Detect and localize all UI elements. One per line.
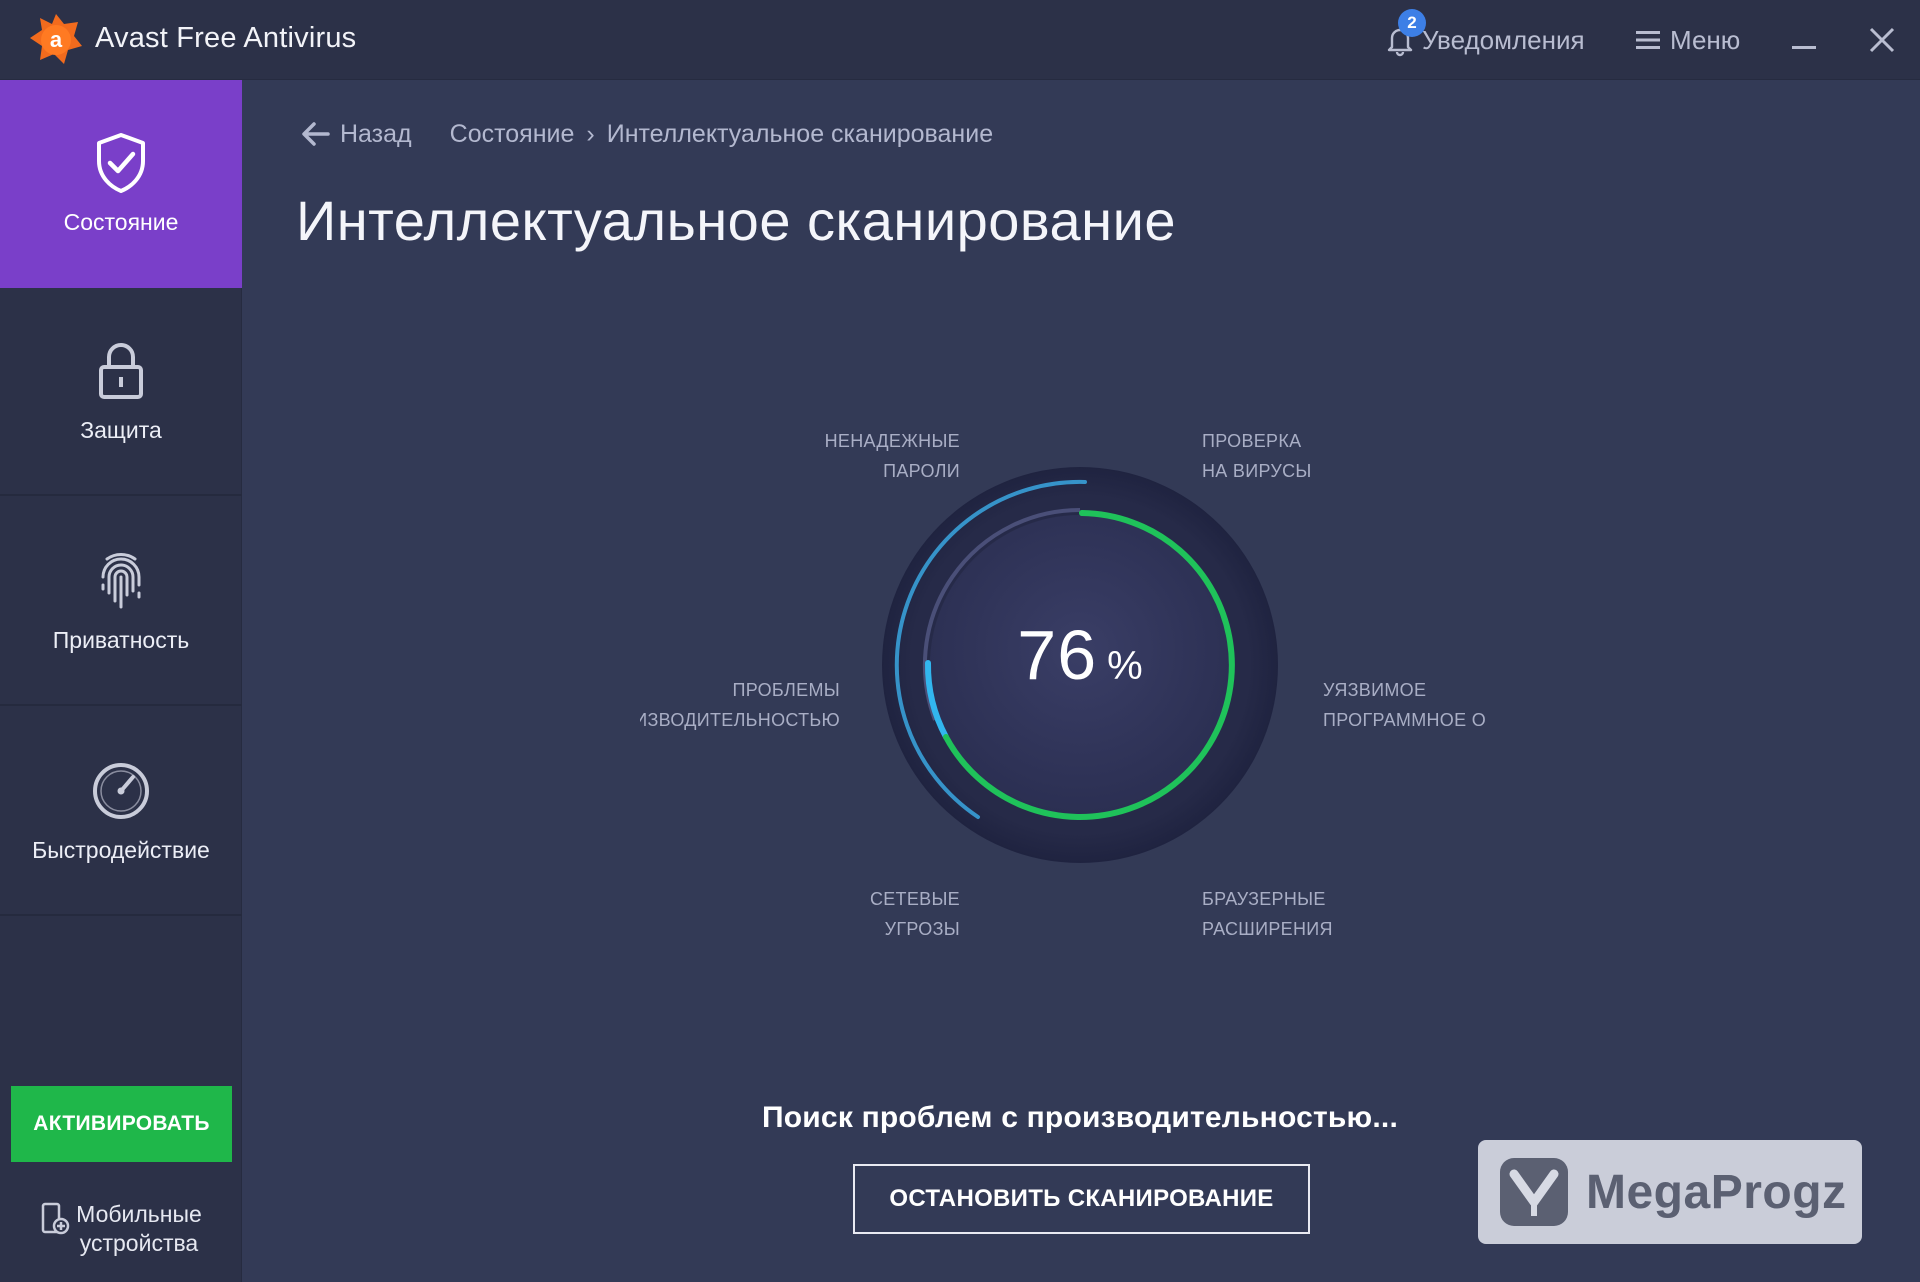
svg-text:a: a [50,27,63,52]
arrow-left-icon [302,122,330,146]
breadcrumb: Назад Состояние › Интеллектуальное скани… [300,116,993,152]
bell-icon: 2 [1384,9,1426,57]
menu-button[interactable]: Меню [1636,22,1740,58]
app-window: a Avast Free Antivirus 2 Уведомления Мен… [0,0,1920,1282]
category-performance-issues: ПРОБЛЕМЫ ПРОИЗВОДИТЕЛЬНОСТЬЮ [640,680,840,730]
watermark-text: MegaProgz [1586,1165,1847,1219]
minimize-icon[interactable] [1784,20,1824,60]
sidebar-item-label: Защита [80,416,162,443]
back-button[interactable]: Назад [300,120,412,149]
megaprogz-logo-icon [1500,1158,1568,1226]
breadcrumb-parent-link[interactable]: Состояние [450,120,575,149]
close-icon[interactable] [1862,20,1902,60]
notification-count-badge: 2 [1398,9,1426,37]
category-weak-passwords: НЕНАДЕЖНЫЕ ПАРОЛИ [824,431,960,481]
notifications-button[interactable]: 2 Уведомления [1384,9,1585,58]
mobile-devices-link[interactable]: Мобильные устройства [0,1200,242,1270]
category-virus-scan: ПРОВЕРКА НА ВИРУСЫ [1202,431,1312,481]
menu-label: Меню [1670,24,1741,55]
mobile-devices-label: Мобильные устройства [76,1201,202,1256]
breadcrumb-separator: › [586,119,595,148]
page-title: Интеллектуальное сканирование [296,189,1177,252]
avast-logo-icon: a [30,14,82,64]
sidebar-item-protection[interactable]: Защита [0,288,242,496]
lock-icon [99,342,143,399]
title-bar: a Avast Free Antivirus 2 Уведомления Мен… [0,0,1920,80]
category-network-threats: СЕТЕВЫЕ УГРОЗЫ [869,889,960,939]
category-browser-extensions: БРАУЗЕРНЫЕ РАСШИРЕНИЯ [1202,889,1333,939]
activate-button[interactable]: АКТИВИРОВАТЬ [11,1086,232,1162]
sidebar: Состояние Защита Приватность Быстродейст… [0,80,242,1282]
sidebar-item-privacy[interactable]: Приватность [0,498,242,706]
mobile-add-icon [41,1202,70,1235]
hamburger-icon [1636,31,1660,49]
notifications-label: Уведомления [1422,24,1585,55]
sidebar-item-label: Быстродействие [32,836,210,863]
stop-scan-button[interactable]: ОСТАНОВИТЬ СКАНИРОВАНИЕ [853,1164,1310,1234]
app-title: Avast Free Antivirus [95,22,357,54]
arc-marker-top [1079,510,1085,516]
progress-unit: % [1107,644,1143,688]
scan-status-text: Поиск проблем с производительностью... [762,1101,1398,1134]
scan-progress-percent: 76 % [880,615,1280,705]
back-label: Назад [340,119,412,148]
fingerprint-icon [101,552,141,608]
sidebar-item-label: Состояние [63,208,179,235]
progress-value: 76 [1017,616,1098,694]
breadcrumb-current: Интеллектуальное сканирование [606,119,994,148]
sidebar-item-label: Приватность [52,626,190,653]
watermark: MegaProgz [1478,1140,1862,1244]
shield-check-icon [97,132,145,193]
sidebar-item-performance[interactable]: Быстродействие [0,708,242,916]
category-vulnerable-software: УЯЗВИМОЕ ПРОГРАММНОЕ О [1323,680,1485,730]
speedometer-icon [93,762,149,819]
sidebar-item-status[interactable]: Состояние [0,80,242,288]
